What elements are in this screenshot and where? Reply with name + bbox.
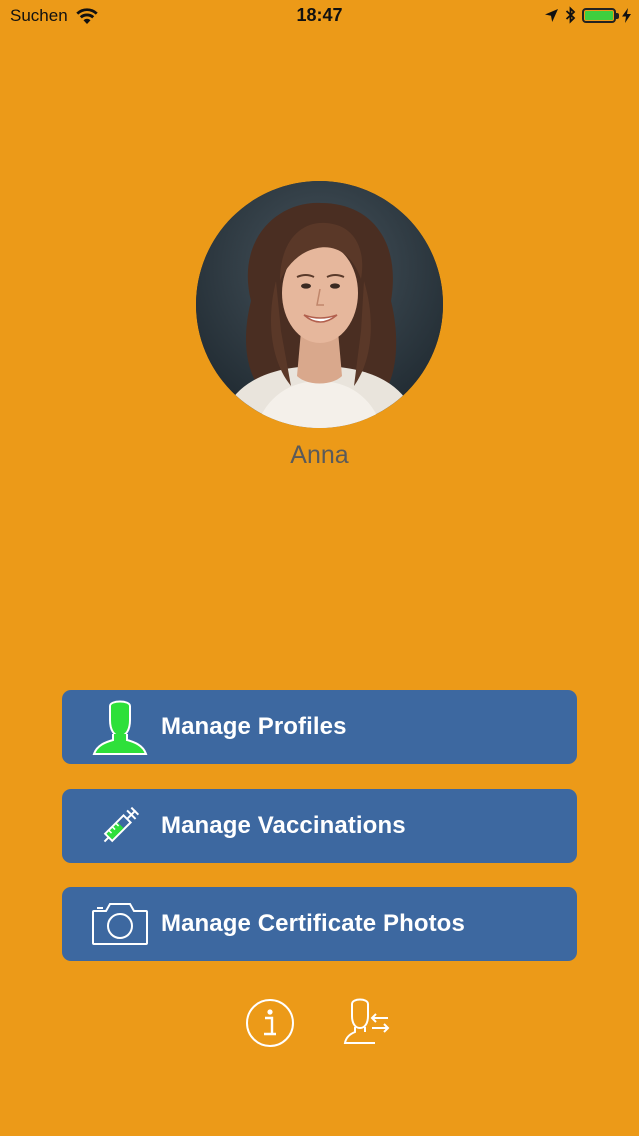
battery-level [585, 10, 613, 20]
manage-certificate-photos-button[interactable]: Manage Certificate Photos [62, 887, 577, 961]
status-right [544, 6, 631, 24]
profile-avatar[interactable] [196, 181, 443, 428]
battery-icon [582, 7, 619, 23]
syringe-icon [90, 796, 150, 856]
manage-vaccinations-label: Manage Vaccinations [161, 812, 406, 839]
profile-photo [196, 181, 443, 428]
info-icon[interactable] [244, 996, 298, 1050]
profile-name: Anna [290, 441, 349, 469]
bluetooth-icon [565, 6, 576, 24]
location-arrow-icon [545, 8, 558, 22]
person-icon [90, 697, 150, 757]
camera-icon [90, 894, 150, 954]
manage-profiles-button[interactable]: Manage Profiles [62, 690, 577, 764]
manage-vaccinations-button[interactable]: Manage Vaccinations [62, 789, 577, 863]
manage-profiles-label: Manage Profiles [161, 713, 347, 740]
status-bar: Suchen 18:47 [0, 0, 639, 34]
manage-certificate-photos-label: Manage Certificate Photos [161, 910, 465, 937]
switch-profile-icon[interactable] [342, 996, 396, 1050]
charging-bolt-icon [622, 7, 631, 23]
